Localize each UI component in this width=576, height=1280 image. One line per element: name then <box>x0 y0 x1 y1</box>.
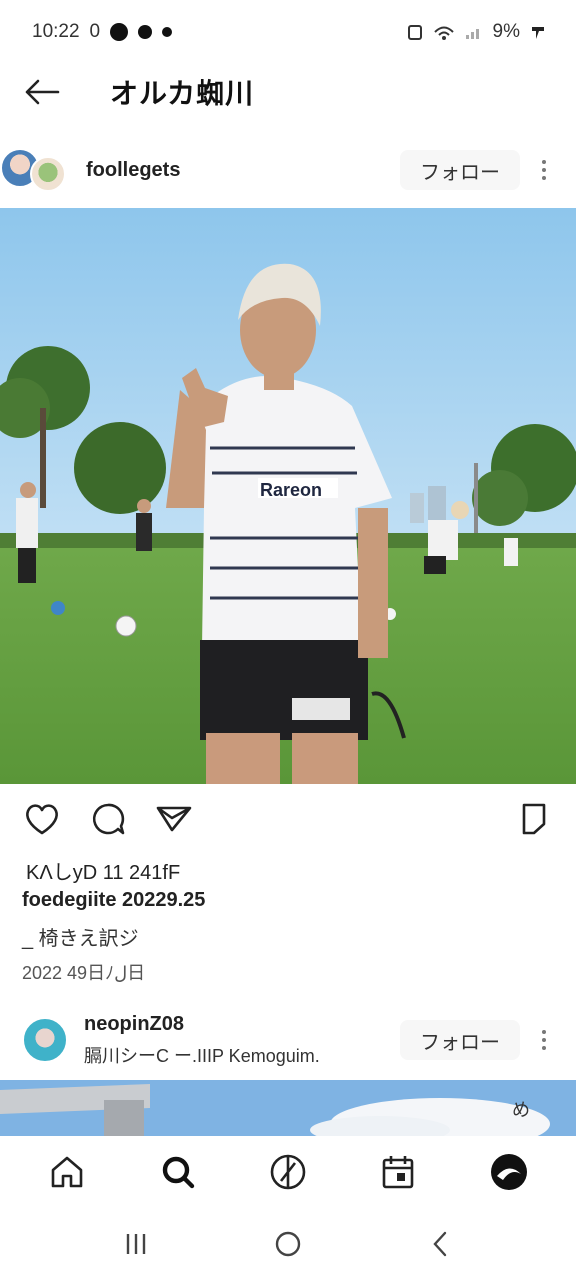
post-header: foollegets フォロー <box>0 135 576 205</box>
comment-button[interactable] <box>86 797 130 841</box>
post-actions <box>0 796 576 842</box>
more-dot <box>542 168 546 172</box>
home-icon <box>51 1156 83 1188</box>
more-dot <box>542 176 546 180</box>
nav-home[interactable] <box>43 1148 91 1196</box>
corner-label: め <box>512 1100 530 1121</box>
more-dot <box>542 160 546 164</box>
send-icon <box>156 806 192 832</box>
signal-icon <box>465 29 479 39</box>
likes-count[interactable]: KΛしyD 11 241fF <box>26 856 180 885</box>
nav-search[interactable] <box>154 1148 202 1196</box>
nav-profile[interactable] <box>485 1148 533 1196</box>
svg-text:Rareon: Rareon <box>260 480 322 500</box>
circle-home-icon <box>275 1231 301 1257</box>
save-button[interactable] <box>512 797 556 841</box>
status-left: 10:22 0 <box>32 21 173 43</box>
nav-explore[interactable] <box>264 1148 312 1196</box>
more-dot <box>542 1030 546 1034</box>
collab-avatars[interactable] <box>0 146 70 194</box>
heart-icon <box>26 804 58 835</box>
status-count: 0 <box>89 21 101 42</box>
bookmark-icon <box>522 803 546 835</box>
post-photo[interactable]: め <box>0 1080 576 1136</box>
post-caption: foedegiite 20229.25 <box>22 889 206 911</box>
post-header: neopinZ08 膈川シーC ー.IIIP Kemoguim. フォロー <box>0 1005 576 1075</box>
soccer-field-scene: Rareon <box>0 208 576 784</box>
more-options-button[interactable] <box>526 150 562 190</box>
avatar <box>30 156 66 192</box>
post-location[interactable]: 膈川シーC ー.IIIP Kemoguim. <box>84 1042 320 1068</box>
sky-scene: め <box>0 1080 576 1136</box>
top-header: オルカ蜘川 <box>0 64 576 120</box>
messenger-icon <box>138 25 153 39</box>
follow-button[interactable]: フォロー <box>400 1020 520 1060</box>
more-notifications-icon <box>162 27 173 37</box>
more-dot <box>542 1046 546 1050</box>
home-system-button[interactable] <box>258 1214 318 1274</box>
search-icon <box>162 1156 194 1189</box>
battery-level: 9% <box>492 21 520 42</box>
calendar-icon <box>383 1156 414 1189</box>
back-arrow-icon <box>25 79 60 105</box>
wifi-icon <box>433 26 454 40</box>
post-subcaption: _ 椅きえ訳ジ <box>22 928 139 950</box>
comment-bubble-icon <box>92 803 125 835</box>
more-options-button[interactable] <box>526 1020 562 1060</box>
alarm-icon <box>407 25 422 40</box>
post-date: 2022 49日ﾉل日 <box>22 963 146 983</box>
share-button[interactable] <box>152 797 196 841</box>
clock: 10:22 <box>32 21 80 42</box>
notification-app-icon <box>110 23 129 41</box>
user-block: neopinZ08 膈川シーC ー.IIIP Kemoguim. <box>84 1013 320 1068</box>
compass-icon <box>270 1154 306 1190</box>
status-right: 9% <box>407 21 546 43</box>
more-dot <box>542 1038 546 1042</box>
bottom-nav <box>0 1136 576 1208</box>
post-photo[interactable]: Rareon <box>0 208 576 784</box>
system-nav-bar <box>0 1208 576 1280</box>
post-username[interactable]: foollegets <box>86 159 180 182</box>
profile-icon <box>490 1154 527 1190</box>
page-title: オルカ蜘川 <box>110 78 255 109</box>
battery-icon <box>532 27 544 39</box>
status-bar: 10:22 0 9% <box>0 0 576 64</box>
like-button[interactable] <box>20 797 64 841</box>
recent-apps-button[interactable] <box>106 1214 166 1274</box>
avatar[interactable] <box>22 1017 68 1063</box>
follow-button[interactable]: フォロー <box>400 150 520 190</box>
nav-activity[interactable] <box>374 1148 422 1196</box>
back-system-button[interactable] <box>410 1214 470 1274</box>
post-username[interactable]: neopinZ08 <box>84 1013 320 1036</box>
recent-apps-icon <box>126 1234 146 1254</box>
chevron-left-icon <box>433 1231 447 1257</box>
back-button[interactable] <box>22 72 62 112</box>
